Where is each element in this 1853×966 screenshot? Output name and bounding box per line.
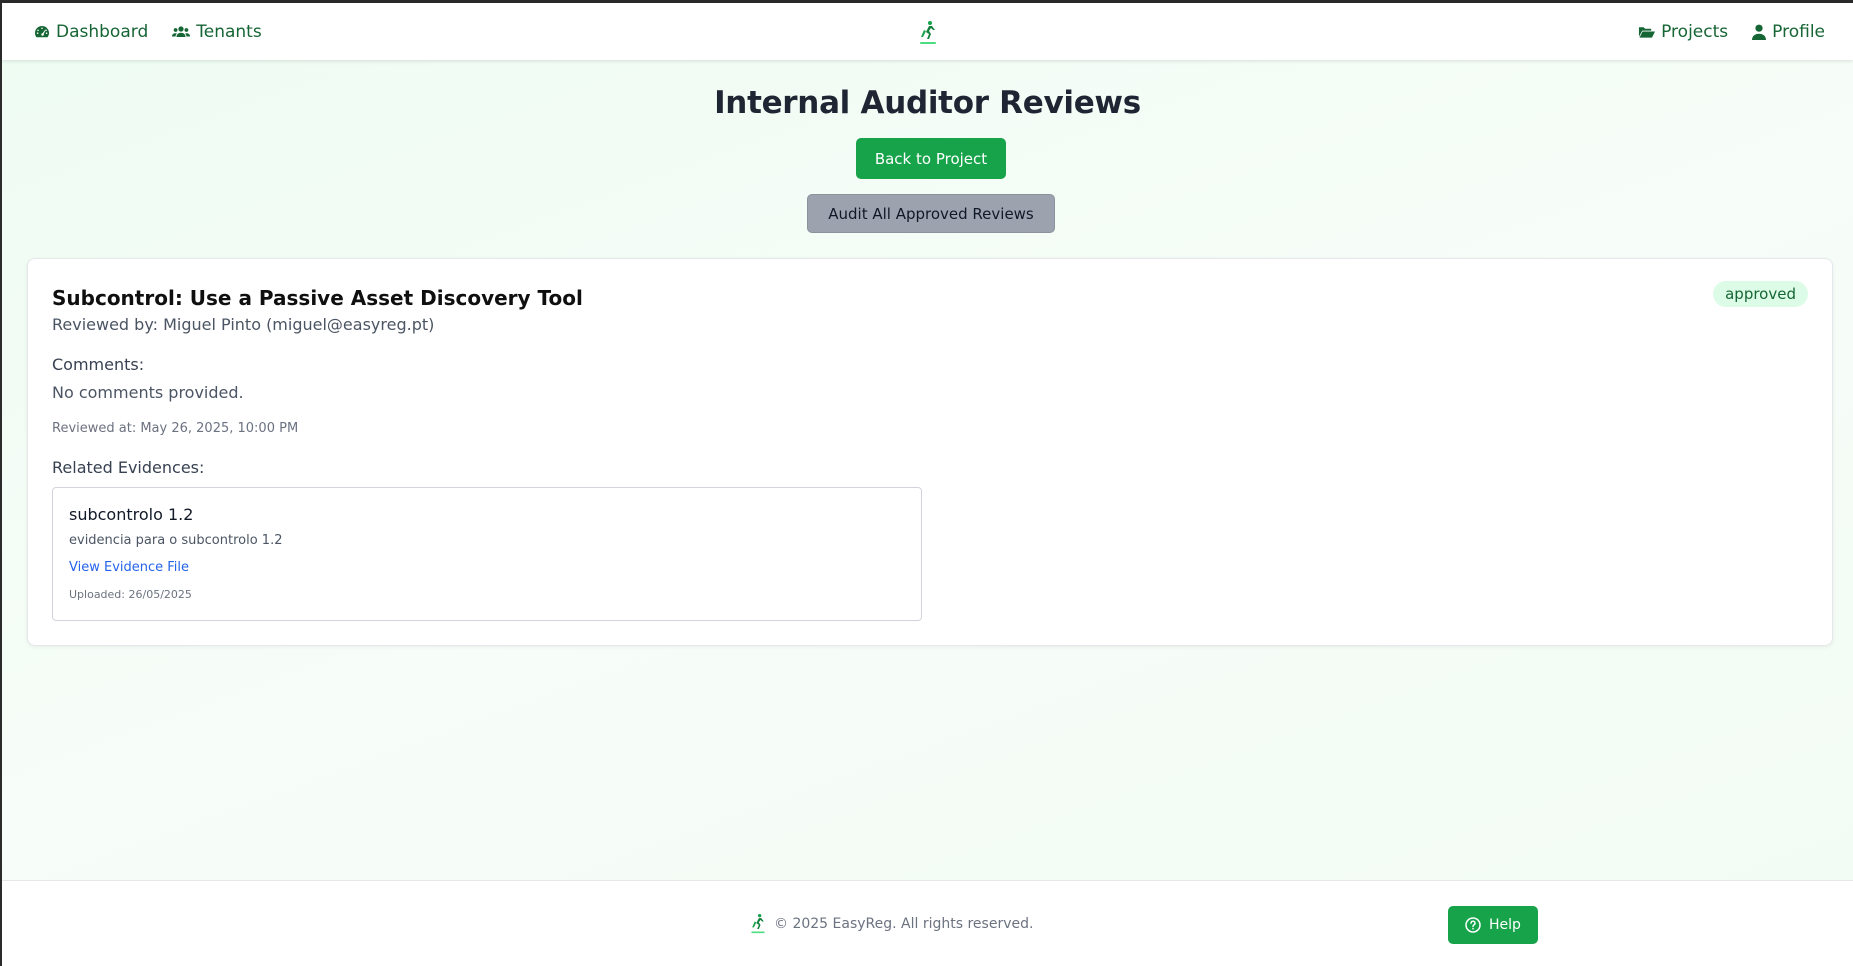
nav-dashboard-link[interactable]: Dashboard: [34, 22, 148, 42]
comments-label: Comments:: [52, 355, 145, 374]
nav-projects-label: Projects: [1661, 21, 1729, 42]
easyreg-logo[interactable]: [916, 19, 940, 47]
help-button[interactable]: Help: [1448, 906, 1538, 944]
reviewer-info: Reviewed by: Miguel Pinto (miguel@easyre…: [52, 315, 435, 334]
footer: © 2025 EasyReg. All rights reserved. Hel…: [2, 880, 1853, 966]
nav-projects-link[interactable]: Projects: [1638, 22, 1728, 42]
nav-right: Projects Profile: [1638, 22, 1825, 42]
evidence-description: evidencia para o subcontrolo 1.2: [69, 533, 283, 548]
audit-all-approved-button[interactable]: Audit All Approved Reviews: [807, 194, 1055, 233]
nav-left: Dashboard Tenants: [34, 22, 262, 42]
help-button-label: Help: [1489, 917, 1521, 933]
nav-profile-label: Profile: [1772, 21, 1825, 42]
nav-tenants-link[interactable]: Tenants: [172, 21, 262, 42]
footer-brand: © 2025 EasyReg. All rights reserved.: [748, 912, 1033, 936]
evidence-title: subcontrolo 1.2: [69, 505, 194, 524]
back-to-project-button[interactable]: Back to Project: [856, 138, 1006, 179]
page-title: Internal Auditor Reviews: [714, 85, 1141, 121]
top-navbar: Dashboard Tenants Projects Profile: [2, 3, 1853, 60]
easyreg-logo-small: [751, 914, 765, 934]
evidence-uploaded-date: Uploaded: 26/05/2025: [69, 588, 192, 601]
related-evidences-label: Related Evidences:: [52, 458, 205, 477]
users-icon: [172, 25, 191, 37]
review-card: Subcontrol: Use a Passive Asset Discover…: [27, 258, 1833, 646]
dashboard-icon: [35, 25, 49, 37]
footer-copyright: © 2025 EasyReg. All rights reserved.: [774, 916, 1034, 932]
user-icon: [1752, 24, 1767, 40]
comments-text: No comments provided.: [52, 383, 244, 402]
help-circle-icon: [1465, 917, 1481, 933]
reviewed-at: Reviewed at: May 26, 2025, 10:00 PM: [52, 421, 299, 436]
evidence-item: subcontrolo 1.2 evidencia para o subcont…: [52, 487, 922, 621]
review-title: Subcontrol: Use a Passive Asset Discover…: [52, 286, 583, 310]
nav-profile-link[interactable]: Profile: [1752, 22, 1825, 42]
nav-tenants-label: Tenants: [196, 21, 262, 42]
folder-open-icon: [1639, 26, 1656, 38]
nav-dashboard-label: Dashboard: [56, 21, 149, 42]
status-badge: approved: [1713, 281, 1808, 307]
view-evidence-file-link[interactable]: View Evidence File: [69, 560, 189, 575]
